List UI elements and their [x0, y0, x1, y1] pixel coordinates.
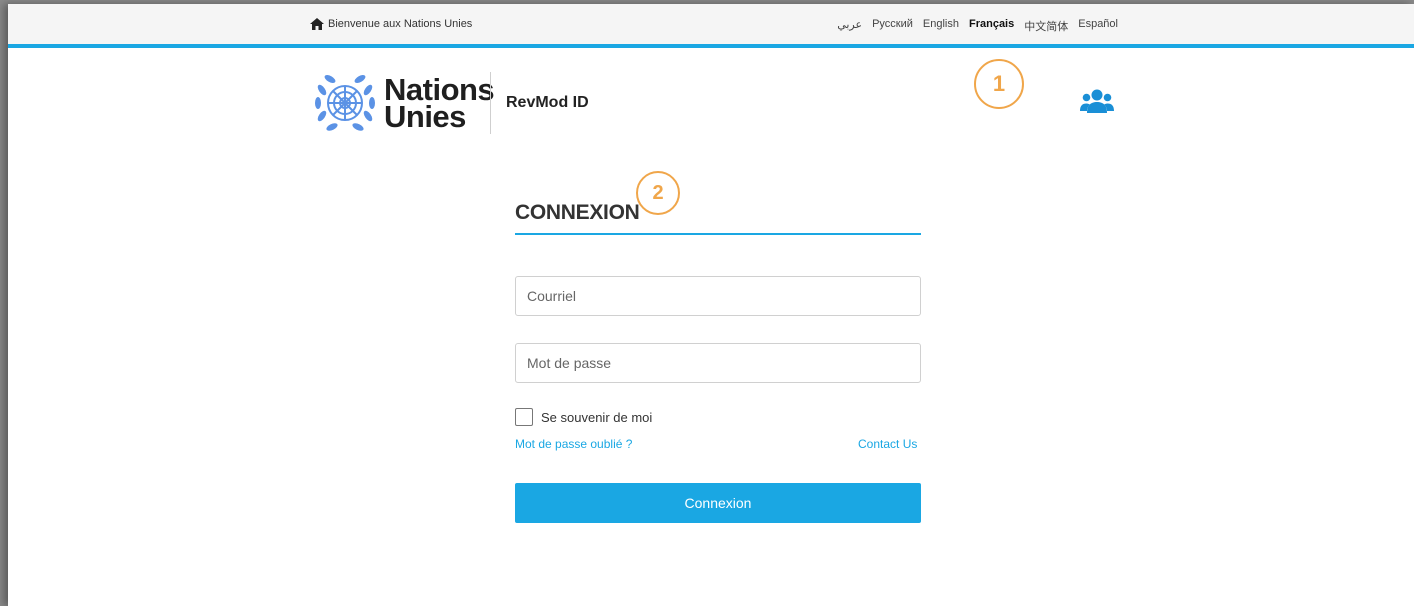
remember-me[interactable]: Se souvenir de moi — [515, 408, 652, 426]
callout-badge-1: 1 — [974, 59, 1024, 109]
email-input[interactable] — [515, 276, 921, 316]
contact-us-link[interactable]: Contact Us — [858, 437, 917, 451]
lang-russian[interactable]: Русский — [872, 18, 913, 34]
password-input[interactable] — [515, 343, 921, 383]
browser-page: Bienvenue aux Nations Unies عربي Русский… — [8, 4, 1414, 606]
lang-spanish[interactable]: Español — [1078, 18, 1118, 34]
top-bar: Bienvenue aux Nations Unies عربي Русский… — [8, 4, 1414, 48]
login-button[interactable]: Connexion — [515, 483, 921, 523]
header-divider — [490, 72, 491, 134]
callout-badge-2: 2 — [636, 171, 680, 215]
lang-arabic[interactable]: عربي — [837, 18, 862, 34]
lang-chinese[interactable]: 中文简体 — [1024, 18, 1068, 34]
remember-checkbox[interactable] — [515, 408, 533, 426]
lang-english[interactable]: English — [923, 18, 959, 34]
welcome-text: Bienvenue aux Nations Unies — [328, 18, 473, 30]
users-icon[interactable] — [1080, 88, 1114, 119]
login-title: CONNEXION — [515, 201, 640, 224]
welcome-link[interactable]: Bienvenue aux Nations Unies — [310, 18, 472, 30]
un-logo[interactable]: Nations Unies — [310, 68, 495, 138]
home-icon — [310, 18, 324, 30]
logo-wordmark: Nations Unies — [384, 74, 495, 134]
lang-french[interactable]: Français — [969, 18, 1014, 34]
remember-label: Se souvenir de moi — [541, 409, 653, 425]
un-emblem-icon — [315, 75, 375, 131]
site-header: Nations Unies RevMod ID — [8, 48, 1414, 148]
language-switcher: عربي Русский English Français 中文简体 Españ… — [827, 18, 1118, 34]
app-title: RevMod ID — [506, 94, 589, 111]
title-underline — [515, 233, 921, 235]
forgot-password-link[interactable]: Mot de passe oublié ? — [515, 437, 632, 451]
logo-line-2: Unies — [384, 99, 466, 134]
